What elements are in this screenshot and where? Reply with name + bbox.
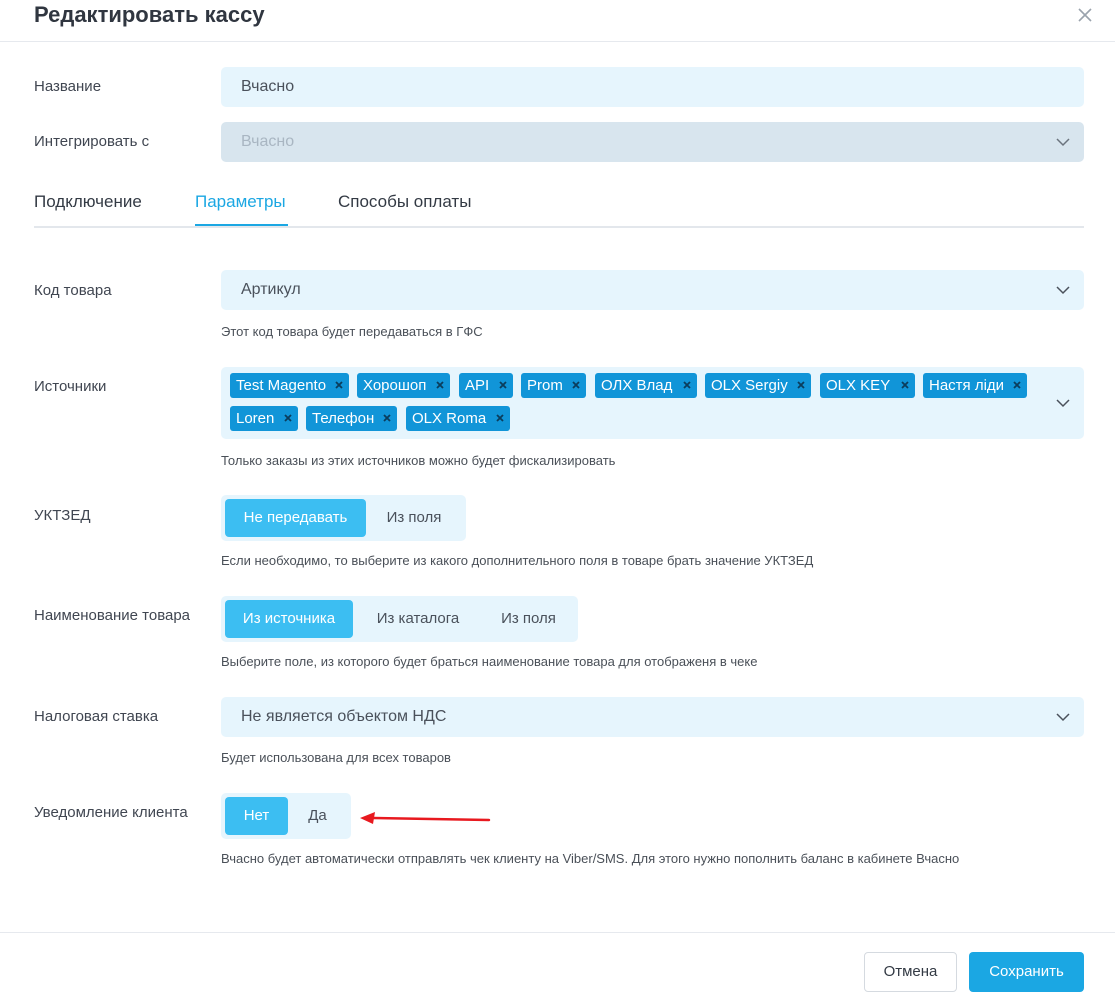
client-notify-option-no[interactable]: Нет [225,797,288,835]
source-tag: OLX Sergiy [705,373,811,398]
source-tag: Test Magento [230,373,349,398]
integrate-label: Интегрировать с [34,133,150,150]
name-input[interactable]: Вчасно [221,67,1084,107]
client-notify-label: Уведомление клиента [34,804,188,821]
remove-tag-icon[interactable] [571,380,581,390]
client-notify-segmented: Нет Да [221,793,351,839]
source-tag: API [459,373,513,398]
tax-rate-select[interactable]: Не является объектом НДС [221,697,1084,737]
tax-rate-label: Налоговая ставка [34,708,159,725]
chevron-down-icon [1056,135,1070,149]
product-code-label: Код товара [34,282,112,299]
sources-multiselect[interactable]: Test Magento Хорошоп API Prom ОЛХ Влад O… [221,367,1084,439]
product-name-option-source[interactable]: Из источника [225,600,353,638]
remove-tag-icon[interactable] [900,380,910,390]
uktzed-hint: Если необходимо, то выберите из какого д… [221,553,814,568]
source-tag: Настя ліди [923,373,1027,398]
close-icon[interactable] [1074,4,1096,26]
source-tag: Хорошоп [357,373,450,398]
cancel-button[interactable]: Отмена [864,952,957,992]
remove-tag-icon[interactable] [796,380,806,390]
source-tag: Телефон [306,406,397,431]
modal-title: Редактировать кассу [34,2,265,27]
chevron-down-icon [1056,710,1070,724]
remove-tag-icon[interactable] [1012,380,1022,390]
product-code-select[interactable]: Артикул [221,270,1084,310]
product-code-value: Артикул [241,281,301,298]
uktzed-option-none[interactable]: Не передавать [225,499,366,537]
source-tag: ОЛХ Влад [595,373,697,398]
product-name-segmented: Из источника Из каталога Из поля [221,596,578,642]
sources-label: Источники [34,378,107,395]
product-code-hint: Этот код товара будет передаваться в ГФС [221,324,483,339]
modal-header: Редактировать кассу [0,0,1115,42]
integrate-select: Вчасно [221,122,1084,162]
active-tab-indicator [195,224,288,226]
tab-payment-methods[interactable]: Способы оплаты [338,192,471,212]
client-notify-option-yes[interactable]: Да [288,797,347,835]
tax-rate-value: Не является объектом НДС [241,708,447,725]
remove-tag-icon[interactable] [495,413,505,423]
source-tag: OLX KEY [820,373,915,398]
remove-tag-icon[interactable] [283,413,293,423]
remove-tag-icon[interactable] [498,380,508,390]
product-name-option-field[interactable]: Из поля [483,600,574,638]
uktzed-segmented: Не передавать Из поля [221,495,466,541]
uktzed-option-field[interactable]: Из поля [366,499,462,537]
chevron-down-icon [1056,283,1070,297]
source-tag: Prom [521,373,586,398]
tab-bar: Подключение Параметры Способы оплаты [34,188,1084,228]
client-notify-hint: Вчасно будет автоматически отправлять че… [221,851,960,866]
product-name-hint: Выберите поле, из которого будет браться… [221,654,758,669]
remove-tag-icon[interactable] [682,380,692,390]
tax-rate-hint: Будет использована для всех товаров [221,750,451,765]
annotation-arrow-icon [358,808,493,832]
remove-tag-icon[interactable] [334,380,344,390]
integrate-value: Вчасно [241,133,295,150]
chevron-down-icon[interactable] [1056,396,1070,410]
product-name-option-catalog[interactable]: Из каталога [355,600,481,638]
remove-tag-icon[interactable] [435,380,445,390]
name-label: Название [34,78,102,95]
tab-connection[interactable]: Подключение [34,192,142,212]
sources-hint: Только заказы из этих источников можно б… [221,453,616,468]
tab-parameters[interactable]: Параметры [195,192,286,212]
product-name-label: Наименование товара [34,607,191,624]
remove-tag-icon[interactable] [382,413,392,423]
uktzed-label: УКТЗЕД [34,507,91,524]
save-button[interactable]: Сохранить [969,952,1084,992]
source-tag: OLX Roma [406,406,510,431]
source-tag: Loren [230,406,298,431]
